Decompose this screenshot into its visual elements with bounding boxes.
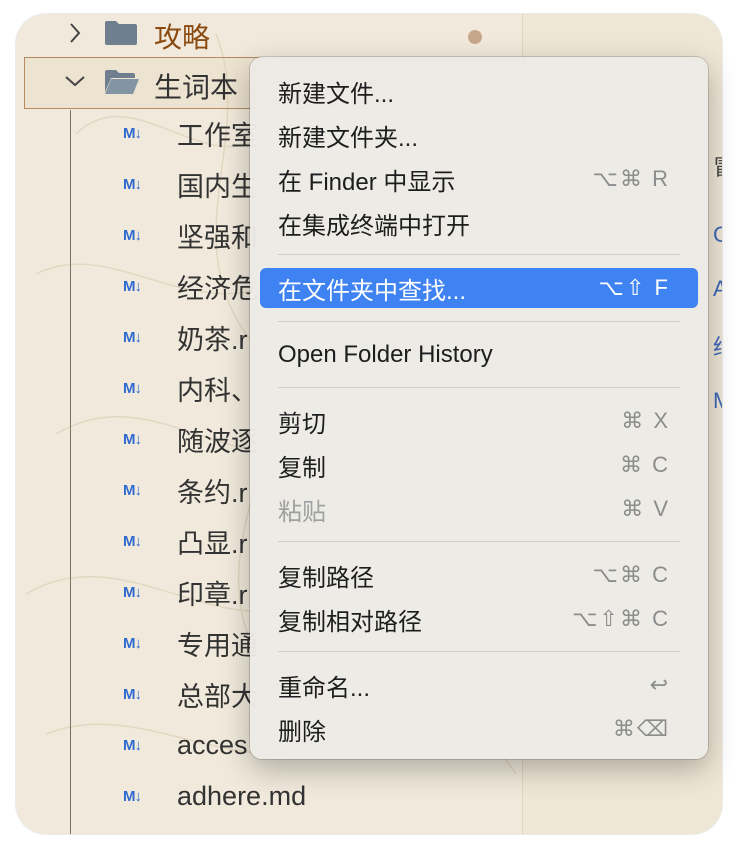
menu-item-rename[interactable]: 重命名... ↩: [260, 665, 698, 705]
markdown-icon: M↓: [123, 634, 142, 652]
menu-item-shortcut: ⌘⌫: [612, 716, 670, 741]
peek-text: C: [713, 222, 722, 247]
chevron-right-icon[interactable]: [68, 22, 82, 44]
menu-item-label: 在集成终端中打开: [278, 212, 470, 240]
folder-label: 生词本: [154, 72, 239, 103]
chevron-down-icon[interactable]: [64, 74, 86, 88]
list-item[interactable]: M↓ 专用通: [123, 618, 258, 668]
menu-item-label: 新建文件夹...: [278, 124, 419, 152]
context-menu: 新建文件... 新建文件夹... 在 Finder 中显示 ⌥⌘ R 在集成终端中…: [250, 57, 708, 759]
menu-item-label: 新建文件...: [278, 80, 395, 108]
file-name: 条约.r: [177, 477, 248, 508]
menu-separator: [278, 651, 680, 652]
peek-text: 绉: [713, 330, 722, 362]
list-item[interactable]: M↓ acces: [123, 720, 248, 770]
file-name: 奶茶.r: [177, 324, 248, 355]
list-item[interactable]: M↓ 随波逐: [123, 414, 258, 464]
folder-row-gonglue[interactable]: 攻略: [16, 14, 516, 54]
menu-separator: [278, 387, 680, 388]
folder-icon: [105, 21, 137, 45]
markdown-icon: M↓: [123, 430, 142, 448]
menu-item-shortcut: ⌥⇧ F: [598, 275, 670, 300]
menu-item-open-in-terminal[interactable]: 在集成终端中打开: [260, 203, 698, 243]
markdown-icon: M↓: [123, 532, 142, 550]
menu-item-open-folder-history[interactable]: Open Folder History: [260, 335, 698, 375]
menu-item-paste: 粘贴 ⌘ V: [260, 489, 698, 529]
menu-item-cut[interactable]: 剪切 ⌘ X: [260, 401, 698, 441]
peek-text: M: [713, 388, 722, 414]
markdown-icon: M↓: [123, 583, 142, 601]
menu-item-copy[interactable]: 复制 ⌘ C: [260, 445, 698, 485]
menu-separator: [278, 254, 680, 255]
menu-item-shortcut: ⌥⇧⌘ C: [572, 606, 670, 631]
menu-item-label: 复制路径: [278, 564, 374, 592]
list-item[interactable]: M↓ 条约.r: [123, 465, 248, 515]
menu-item-reveal-in-finder[interactable]: 在 Finder 中显示 ⌥⌘ R: [260, 159, 698, 199]
menu-item-shortcut: ⌥⌘ C: [592, 562, 670, 587]
file-name: acces: [177, 729, 248, 760]
list-item[interactable]: M↓ 坚强和: [123, 210, 258, 260]
file-name: 印章.r: [177, 579, 248, 610]
markdown-icon: M↓: [123, 175, 142, 193]
markdown-icon: M↓: [123, 379, 142, 397]
list-item[interactable]: M↓ 经济危: [123, 261, 258, 311]
markdown-icon: M↓: [123, 124, 142, 142]
file-name: 工作室: [177, 120, 258, 151]
menu-item-shortcut: ⌘ V: [621, 496, 670, 521]
file-name: 凸显.r: [177, 528, 248, 559]
markdown-icon: M↓: [123, 787, 142, 805]
file-name: 国内生: [177, 171, 258, 202]
file-name: adhere.md: [177, 780, 307, 811]
menu-item-delete[interactable]: 删除 ⌘⌫: [260, 709, 698, 749]
list-item[interactable]: M↓ 凸显.r: [123, 516, 248, 566]
menu-item-label: Open Folder History: [278, 341, 493, 368]
file-name: 总部大: [177, 681, 258, 712]
menu-item-label: 剪切: [278, 410, 326, 438]
tree-indent-guide: [70, 110, 71, 834]
list-item[interactable]: M↓ 国内生: [123, 159, 258, 209]
menu-item-new-folder[interactable]: 新建文件夹...: [260, 115, 698, 155]
markdown-icon: M↓: [123, 481, 142, 499]
menu-separator: [278, 321, 680, 322]
menu-item-label: 复制相对路径: [278, 608, 422, 636]
menu-item-label: 在 Finder 中显示: [278, 168, 456, 196]
list-item[interactable]: M↓ 总部大: [123, 669, 258, 719]
markdown-icon: M↓: [123, 226, 142, 244]
menu-item-new-file[interactable]: 新建文件...: [260, 71, 698, 111]
file-name: 内科、: [177, 375, 258, 406]
file-name: 专用通: [177, 630, 258, 661]
folder-label: 攻略: [154, 22, 211, 53]
menu-item-label: 重命名...: [278, 674, 371, 702]
folder-open-icon: [105, 70, 139, 94]
menu-item-shortcut: ⌘ X: [621, 408, 670, 433]
markdown-icon: M↓: [123, 736, 142, 754]
menu-item-label: 删除: [278, 718, 326, 746]
list-item[interactable]: M↓ 奶茶.r: [123, 312, 248, 362]
list-item[interactable]: M↓ adhere.md: [123, 771, 306, 821]
file-name: 随波逐: [177, 426, 258, 457]
menu-item-copy-relative-path[interactable]: 复制相对路径 ⌥⇧⌘ C: [260, 599, 698, 639]
menu-item-shortcut: ⌥⌘ R: [592, 166, 670, 191]
file-name: 坚强和: [177, 222, 258, 253]
menu-item-shortcut: ↩: [649, 672, 670, 697]
list-item[interactable]: M↓ 工作室: [123, 108, 258, 158]
menu-item-label: 粘贴: [278, 498, 326, 526]
markdown-icon: M↓: [123, 277, 142, 295]
peek-text: 冒: [713, 150, 722, 182]
markdown-icon: M↓: [123, 328, 142, 346]
menu-item-copy-path[interactable]: 复制路径 ⌥⌘ C: [260, 555, 698, 595]
peek-text: A: [713, 276, 722, 301]
markdown-icon: M↓: [123, 685, 142, 703]
list-item[interactable]: M↓ 印章.r: [123, 567, 248, 617]
menu-item-shortcut: ⌘ C: [620, 452, 670, 477]
file-name: 经济危: [177, 273, 258, 304]
menu-separator: [278, 541, 680, 542]
menu-item-find-in-folder[interactable]: 在文件夹中查找... ⌥⇧ F: [260, 268, 698, 308]
list-item[interactable]: M↓ 内科、: [123, 363, 258, 413]
menu-item-label: 复制: [278, 454, 326, 482]
menu-item-label: 在文件夹中查找...: [278, 277, 467, 305]
